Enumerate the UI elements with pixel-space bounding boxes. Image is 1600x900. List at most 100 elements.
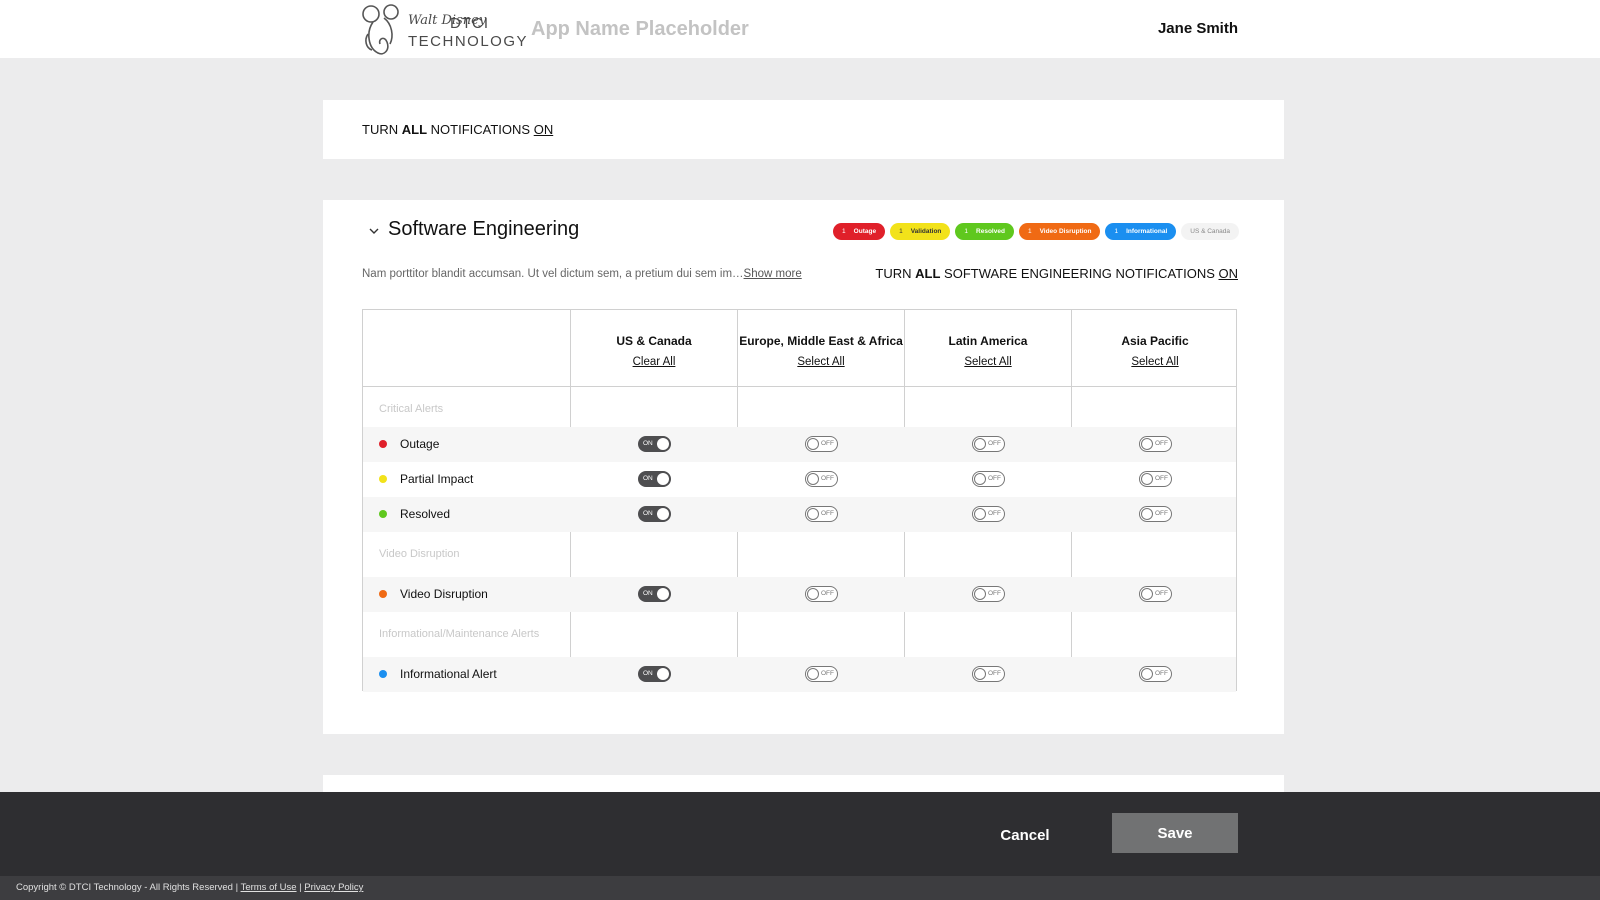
toggle-knob <box>1141 668 1153 680</box>
user-name[interactable]: Jane Smith <box>1158 20 1238 37</box>
turn-all-section-notifications-on: TURN ALL SOFTWARE ENGINEERING NOTIFICATI… <box>875 266 1238 281</box>
turn-middle: NOTIFICATIONS <box>430 122 531 137</box>
turn-prefix: TURN <box>875 266 912 281</box>
toggle-state-label: ON <box>643 439 653 447</box>
notification-toggle[interactable]: OFF <box>805 436 838 452</box>
turn-middle: SOFTWARE ENGINEERING NOTIFICATIONS <box>944 266 1215 281</box>
notification-toggle[interactable]: ON <box>638 586 671 602</box>
copyright-text: Copyright © DTCI Technology - All Rights… <box>16 882 233 893</box>
save-button[interactable]: Save <box>1112 813 1238 853</box>
toggle-knob <box>807 473 819 485</box>
status-dot-icon <box>379 475 387 483</box>
select-all-link[interactable]: Select All <box>738 356 904 368</box>
toggle-state-label: OFF <box>821 474 834 482</box>
cancel-button[interactable]: Cancel <box>980 815 1070 855</box>
description-text: Nam porttitor blandit accumsan. Ut vel d… <box>362 268 744 280</box>
software-engineering-section: Software Engineering 1 Outage 1 Validati… <box>323 200 1284 734</box>
header-divider <box>363 386 1236 387</box>
region-column-header: Latin America Select All <box>905 334 1071 368</box>
turn-prefix: TURN <box>362 122 399 137</box>
badge-resolved: 1 Resolved <box>955 223 1014 240</box>
notification-toggle[interactable]: OFF <box>972 506 1005 522</box>
toggle-state-label: OFF <box>1155 439 1168 447</box>
notification-toggle[interactable]: ON <box>638 436 671 452</box>
alert-type-label: Video Disruption <box>400 587 488 601</box>
footer-separator: | <box>235 882 239 893</box>
notification-toggle[interactable]: OFF <box>805 586 838 602</box>
notification-toggle[interactable]: OFF <box>1139 471 1172 487</box>
footer: Copyright © DTCI Technology - All Rights… <box>0 876 1600 900</box>
section-title[interactable]: Software Engineering <box>388 218 579 241</box>
status-dot-icon <box>379 590 387 598</box>
dtci-technology-logo[interactable]: Walt Disney DTCI TECHNOLOGY <box>360 4 527 56</box>
toggle-knob <box>1141 473 1153 485</box>
toggle-state-label: OFF <box>988 474 1001 482</box>
toggle-knob <box>1141 588 1153 600</box>
footer-separator: | <box>299 882 302 893</box>
toggle-state-label: ON <box>643 474 653 482</box>
show-more-link[interactable]: Show more <box>744 268 802 280</box>
global-notifications-card: TURN ALL NOTIFICATIONS ON <box>323 100 1284 159</box>
toggle-state-label: OFF <box>1155 509 1168 517</box>
turn-all-notifications-on-link[interactable]: ON <box>534 122 554 137</box>
alert-row: Partial Impact ON OFF OFF OFF <box>363 462 1236 497</box>
top-bar: Walt Disney DTCI TECHNOLOGY App Name Pla… <box>0 0 1600 58</box>
notification-toggle[interactable]: OFF <box>805 471 838 487</box>
section-description: Nam porttitor blandit accumsan. Ut vel d… <box>362 268 802 280</box>
badge-count: 1 <box>899 228 903 235</box>
toggle-knob <box>657 588 669 600</box>
toggle-state-label: OFF <box>1155 474 1168 482</box>
toggle-knob <box>974 668 986 680</box>
chevron-down-icon[interactable] <box>367 224 381 238</box>
toggle-state-label: OFF <box>1155 589 1168 597</box>
badge-video-disruption: 1 Video Disruption <box>1018 223 1101 240</box>
badge-count: 1 <box>1114 228 1119 235</box>
badge-label: Video Disruption <box>1039 228 1092 235</box>
toggle-state-label: ON <box>643 669 653 677</box>
select-all-link[interactable]: Select All <box>905 356 1071 368</box>
toggle-state-label: OFF <box>821 589 834 597</box>
notification-toggle[interactable]: OFF <box>972 436 1005 452</box>
logo-technology-text: TECHNOLOGY <box>408 33 529 50</box>
alert-row: Resolved ON OFF OFF OFF <box>363 497 1236 532</box>
notification-toggle[interactable]: ON <box>638 666 671 682</box>
notification-toggle[interactable]: OFF <box>1139 586 1172 602</box>
notification-toggle[interactable]: OFF <box>805 666 838 682</box>
toggle-knob <box>657 668 669 680</box>
notification-toggle[interactable]: OFF <box>1139 436 1172 452</box>
alert-row: Informational Alert ON OFF OFF OFF <box>363 657 1236 692</box>
region-chip: US & Canada <box>1181 223 1239 240</box>
turn-section-on-link[interactable]: ON <box>1219 266 1239 281</box>
action-bar: Cancel Save <box>0 792 1600 876</box>
notification-toggle[interactable]: OFF <box>805 506 838 522</box>
turn-all: ALL <box>401 122 428 137</box>
toggle-state-label: OFF <box>988 669 1001 677</box>
region-name: Asia Pacific <box>1121 334 1189 348</box>
alert-badges: 1 Outage 1 Validation 1 Resolved 1 Video… <box>833 223 1239 240</box>
alert-group-label: Video Disruption <box>379 548 460 560</box>
terms-of-use-link[interactable]: Terms of Use <box>241 882 297 893</box>
notification-toggle[interactable]: ON <box>638 471 671 487</box>
notification-toggle[interactable]: ON <box>638 506 671 522</box>
notification-toggle[interactable]: OFF <box>1139 666 1172 682</box>
toggle-knob <box>1141 508 1153 520</box>
select-all-link[interactable]: Select All <box>1072 356 1238 368</box>
status-dot-icon <box>379 440 387 448</box>
mickey-mouse-icon <box>362 4 399 55</box>
notification-toggle[interactable]: OFF <box>972 586 1005 602</box>
notification-matrix: US & Canada Clear All Europe, Middle East … <box>362 309 1238 692</box>
toggle-knob <box>1141 438 1153 450</box>
toggle-state-label: OFF <box>1155 669 1168 677</box>
notification-toggle[interactable]: OFF <box>972 666 1005 682</box>
toggle-state-label: OFF <box>988 509 1001 517</box>
notification-toggle[interactable]: OFF <box>972 471 1005 487</box>
toggle-knob <box>807 668 819 680</box>
notification-toggle[interactable]: OFF <box>1139 506 1172 522</box>
badge-label: Informational <box>1126 228 1168 235</box>
badge-informational: 1 Informational <box>1105 223 1177 240</box>
clear-all-link[interactable]: Clear All <box>571 356 737 368</box>
badge-outage: 1 Outage <box>833 223 886 240</box>
toggle-knob <box>807 438 819 450</box>
alert-type-label: Resolved <box>400 507 451 521</box>
privacy-policy-link[interactable]: Privacy Policy <box>304 882 363 893</box>
